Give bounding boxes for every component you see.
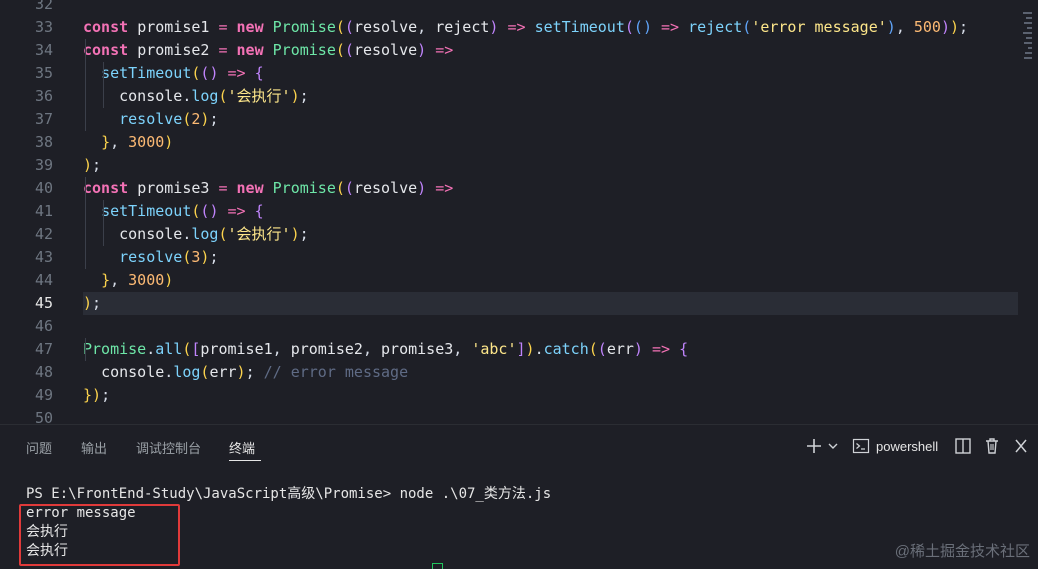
line-number: 41 xyxy=(34,202,53,220)
code-text: resolve(3); xyxy=(119,248,219,266)
line-number: 39 xyxy=(34,156,53,174)
code-line[interactable]: 38 }, 3000) xyxy=(0,131,1018,154)
line-number: 44 xyxy=(34,271,53,289)
minimap[interactable] xyxy=(1020,0,1038,424)
code-line[interactable]: 48 console.log(err); // error message xyxy=(0,361,1018,384)
code-text: const promise3 = new Promise((resolve) =… xyxy=(83,179,454,197)
line-number: 42 xyxy=(34,225,53,243)
terminal-name: powershell xyxy=(876,438,939,454)
code-line[interactable]: 49}); xyxy=(0,384,1018,407)
indent-guide xyxy=(85,39,86,131)
code-line[interactable]: 46 xyxy=(0,315,1018,338)
close-icon xyxy=(1015,439,1027,453)
watermark: @稀土掘金技术社区 xyxy=(894,543,1030,560)
kill-terminal-button[interactable] xyxy=(983,433,1001,459)
line-number: 37 xyxy=(34,110,53,128)
indent-guide xyxy=(103,200,104,246)
code-line[interactable]: 36 console.log('会执行'); xyxy=(0,85,1018,108)
line-number: 49 xyxy=(34,386,53,404)
code-line[interactable]: 32 xyxy=(0,0,1018,16)
terminal-cursor xyxy=(432,563,443,569)
code-text: console.log('会执行'); xyxy=(119,87,309,105)
tab-debug-console[interactable]: 调试控制台 xyxy=(136,438,201,457)
split-terminal-button[interactable] xyxy=(954,433,972,459)
code-text: const promise2 = new Promise((resolve) =… xyxy=(83,41,454,59)
line-number: 35 xyxy=(34,64,53,82)
code-line[interactable]: 33 const promise1 = new Promise((resolve,… xyxy=(0,16,1018,39)
code-line[interactable]: 40 const promise3 = new Promise((resolve)… xyxy=(0,177,1018,200)
code-line[interactable]: 50 xyxy=(0,407,1018,424)
plus-icon xyxy=(807,439,821,453)
line-number: 43 xyxy=(34,248,53,266)
bottom-panel: 问题 输出 调试控制台 终端 powershell PS E:\FrontEnd… xyxy=(0,425,1038,568)
panel-tabs: 问题 输出 调试控制台 终端 powershell xyxy=(0,425,1038,465)
code-text: console.log('会执行'); xyxy=(119,225,309,243)
code-text: Promise.all([promise1, promise2, promise… xyxy=(83,340,689,358)
split-icon xyxy=(955,438,971,454)
code-text: resolve(2); xyxy=(119,110,219,128)
line-number: 32 xyxy=(34,0,53,13)
code-line[interactable]: 41 setTimeout(() => { xyxy=(0,200,1018,223)
code-line[interactable]: 44 }, 3000) xyxy=(0,269,1018,292)
code-line[interactable]: 47 Promise.all([promise1, promise2, promi… xyxy=(0,338,1018,361)
code-text: ); xyxy=(83,294,102,312)
indent-guide xyxy=(103,62,104,108)
code-line[interactable]: 43 resolve(3); xyxy=(0,246,1018,269)
chevron-down-icon xyxy=(828,443,838,449)
code-line[interactable]: 39); xyxy=(0,154,1018,177)
code-text: console.log(err); // error message xyxy=(101,363,409,381)
tab-output[interactable]: 输出 xyxy=(81,438,107,457)
code-editor[interactable]: 32 33 const promise1 = new Promise((resolv… xyxy=(0,0,1038,424)
new-terminal-button[interactable] xyxy=(804,433,824,459)
code-text: const promise1 = new Promise((resolve, r… xyxy=(83,18,969,36)
terminal-command: node .\07_类方法.js xyxy=(399,486,552,502)
code-text: setTimeout(() => { xyxy=(101,64,264,82)
line-number: 48 xyxy=(34,363,53,381)
line-number: 33 xyxy=(34,18,53,36)
terminal-prompt: PS E:\FrontEnd-Study\JavaScript高级\Promis… xyxy=(26,486,400,502)
code-line[interactable]: 35 setTimeout(() => { xyxy=(0,62,1018,85)
code-line[interactable]: 45); xyxy=(0,292,1018,315)
close-panel-button[interactable] xyxy=(1013,433,1029,459)
tab-terminal[interactable]: 终端 xyxy=(229,438,255,457)
line-number: 40 xyxy=(34,179,53,197)
code-line[interactable]: 34 const promise2 = new Promise((resolve)… xyxy=(0,39,1018,62)
active-tab-indicator xyxy=(229,460,261,461)
line-number: 38 xyxy=(34,133,53,151)
terminal-dropdown-button[interactable] xyxy=(827,433,839,459)
code-line[interactable]: 37 resolve(2); xyxy=(0,108,1018,131)
code-text: }); xyxy=(83,386,111,404)
output-highlight-box xyxy=(19,504,180,566)
line-number: 36 xyxy=(34,87,53,105)
tab-problems[interactable]: 问题 xyxy=(26,438,52,457)
line-number: 45 xyxy=(34,294,53,312)
line-number: 34 xyxy=(34,41,53,59)
code-text: }, 3000) xyxy=(101,271,174,289)
trash-icon xyxy=(986,438,998,454)
code-text: setTimeout(() => { xyxy=(101,202,264,220)
code-text: }, 3000) xyxy=(101,133,174,151)
line-number: 46 xyxy=(34,317,53,335)
code-text: ); xyxy=(83,156,102,174)
terminal-instance-selector[interactable]: powershell xyxy=(852,433,938,459)
line-number: 47 xyxy=(34,340,53,358)
line-number: 50 xyxy=(34,409,53,424)
indent-guide xyxy=(85,177,86,269)
terminal-icon xyxy=(852,438,870,454)
code-line[interactable]: 42 console.log('会执行'); xyxy=(0,223,1018,246)
indent-guide xyxy=(85,338,86,361)
